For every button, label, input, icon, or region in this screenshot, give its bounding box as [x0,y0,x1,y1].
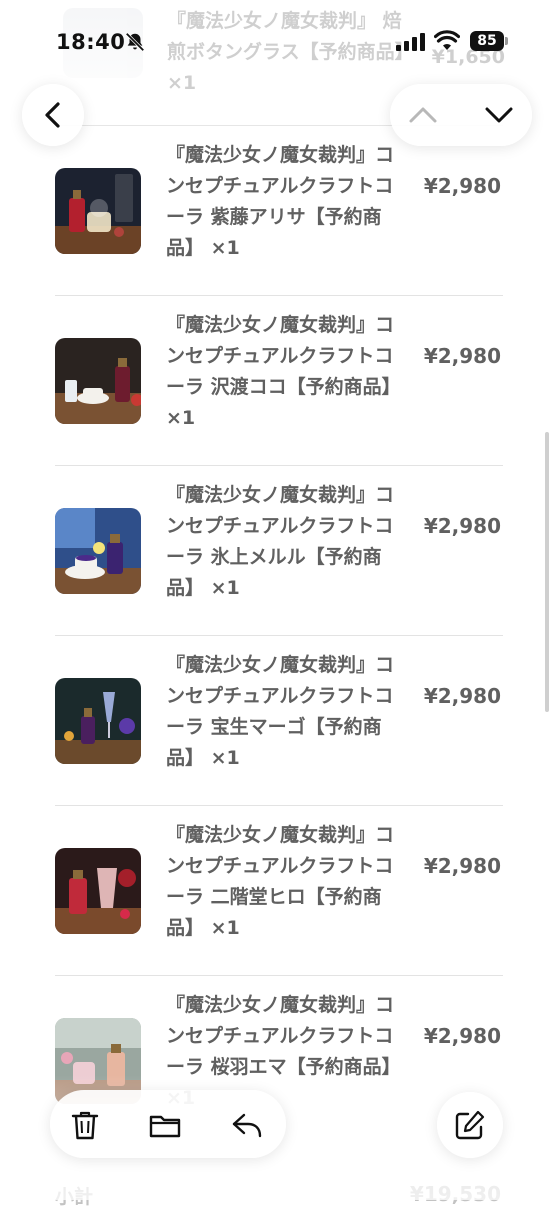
product-price: ¥2,980 [423,854,501,878]
compose-icon [455,1110,485,1140]
bell-muted-icon [125,32,145,52]
trash-icon[interactable] [68,1108,102,1142]
mail-toolbar [50,1090,286,1158]
product-price: ¥2,980 [423,174,501,198]
list-item: 『魔法少女ノ魔女裁判』コンセプチュアルクラフトコーラ 紫藤アリサ【予約商品】 ×… [55,126,503,296]
back-chevron-icon [45,102,60,128]
reply-icon[interactable] [230,1108,264,1142]
status-bar: 18:40 85 [0,0,554,80]
product-thumbnail [55,508,141,594]
product-price: ¥2,980 [423,344,501,368]
status-time: 18:40 [56,30,126,54]
product-title: 『魔法少女ノ魔女裁判』コンセプチュアルクラフトコーラ 氷上メルル【予約商品】 ×… [166,484,395,599]
list-item: 『魔法少女ノ魔女裁判』コンセプチュアルクラフトコーラ 沢渡ココ【予約商品】 ×1… [55,296,503,466]
battery-tip [505,37,508,45]
product-price: ¥2,980 [423,1024,501,1048]
product-thumbnail [55,168,141,254]
product-title: 『魔法少女ノ魔女裁判』コンセプチュアルクラフトコーラ 宝生マーゴ【予約商品】 ×… [166,654,395,769]
product-thumbnail [55,848,141,934]
scrollbar[interactable] [545,432,549,712]
list-item: 『魔法少女ノ魔女裁判』コンセプチュアルクラフトコーラ 宝生マーゴ【予約商品】 ×… [55,636,503,806]
product-thumbnail [55,678,141,764]
cellular-signal-icon [396,33,425,51]
list-item: 『魔法少女ノ魔女裁判』コンセプチュアルクラフトコーラ 二階堂ヒロ【予約商品】 ×… [55,806,503,976]
wifi-icon [434,30,460,50]
subtotal-row: 小計 ¥19,530 [55,1170,503,1210]
compose-button[interactable] [437,1092,503,1158]
subtotal-label: 小計 [55,1186,94,1208]
subtotal-value: ¥19,530 [409,1182,501,1206]
list-item: 『魔法少女ノ魔女裁判』コンセプチュアルクラフトコーラ 氷上メルル【予約商品】 ×… [55,466,503,636]
product-title: 『魔法少女ノ魔女裁判』コンセプチュアルクラフトコーラ 二階堂ヒロ【予約商品】 ×… [166,824,395,939]
product-title: 『魔法少女ノ魔女裁判』コンセプチュアルクラフトコーラ 紫藤アリサ【予約商品】 ×… [166,144,395,259]
folder-icon[interactable] [148,1108,182,1142]
product-price: ¥2,980 [423,684,501,708]
product-title: 『魔法少女ノ魔女裁判』コンセプチュアルクラフトコーラ 沢渡ココ【予約商品】 ×1 [166,314,401,429]
product-thumbnail [55,338,141,424]
battery-indicator: 85 [470,31,504,51]
product-price: ¥2,980 [423,514,501,538]
